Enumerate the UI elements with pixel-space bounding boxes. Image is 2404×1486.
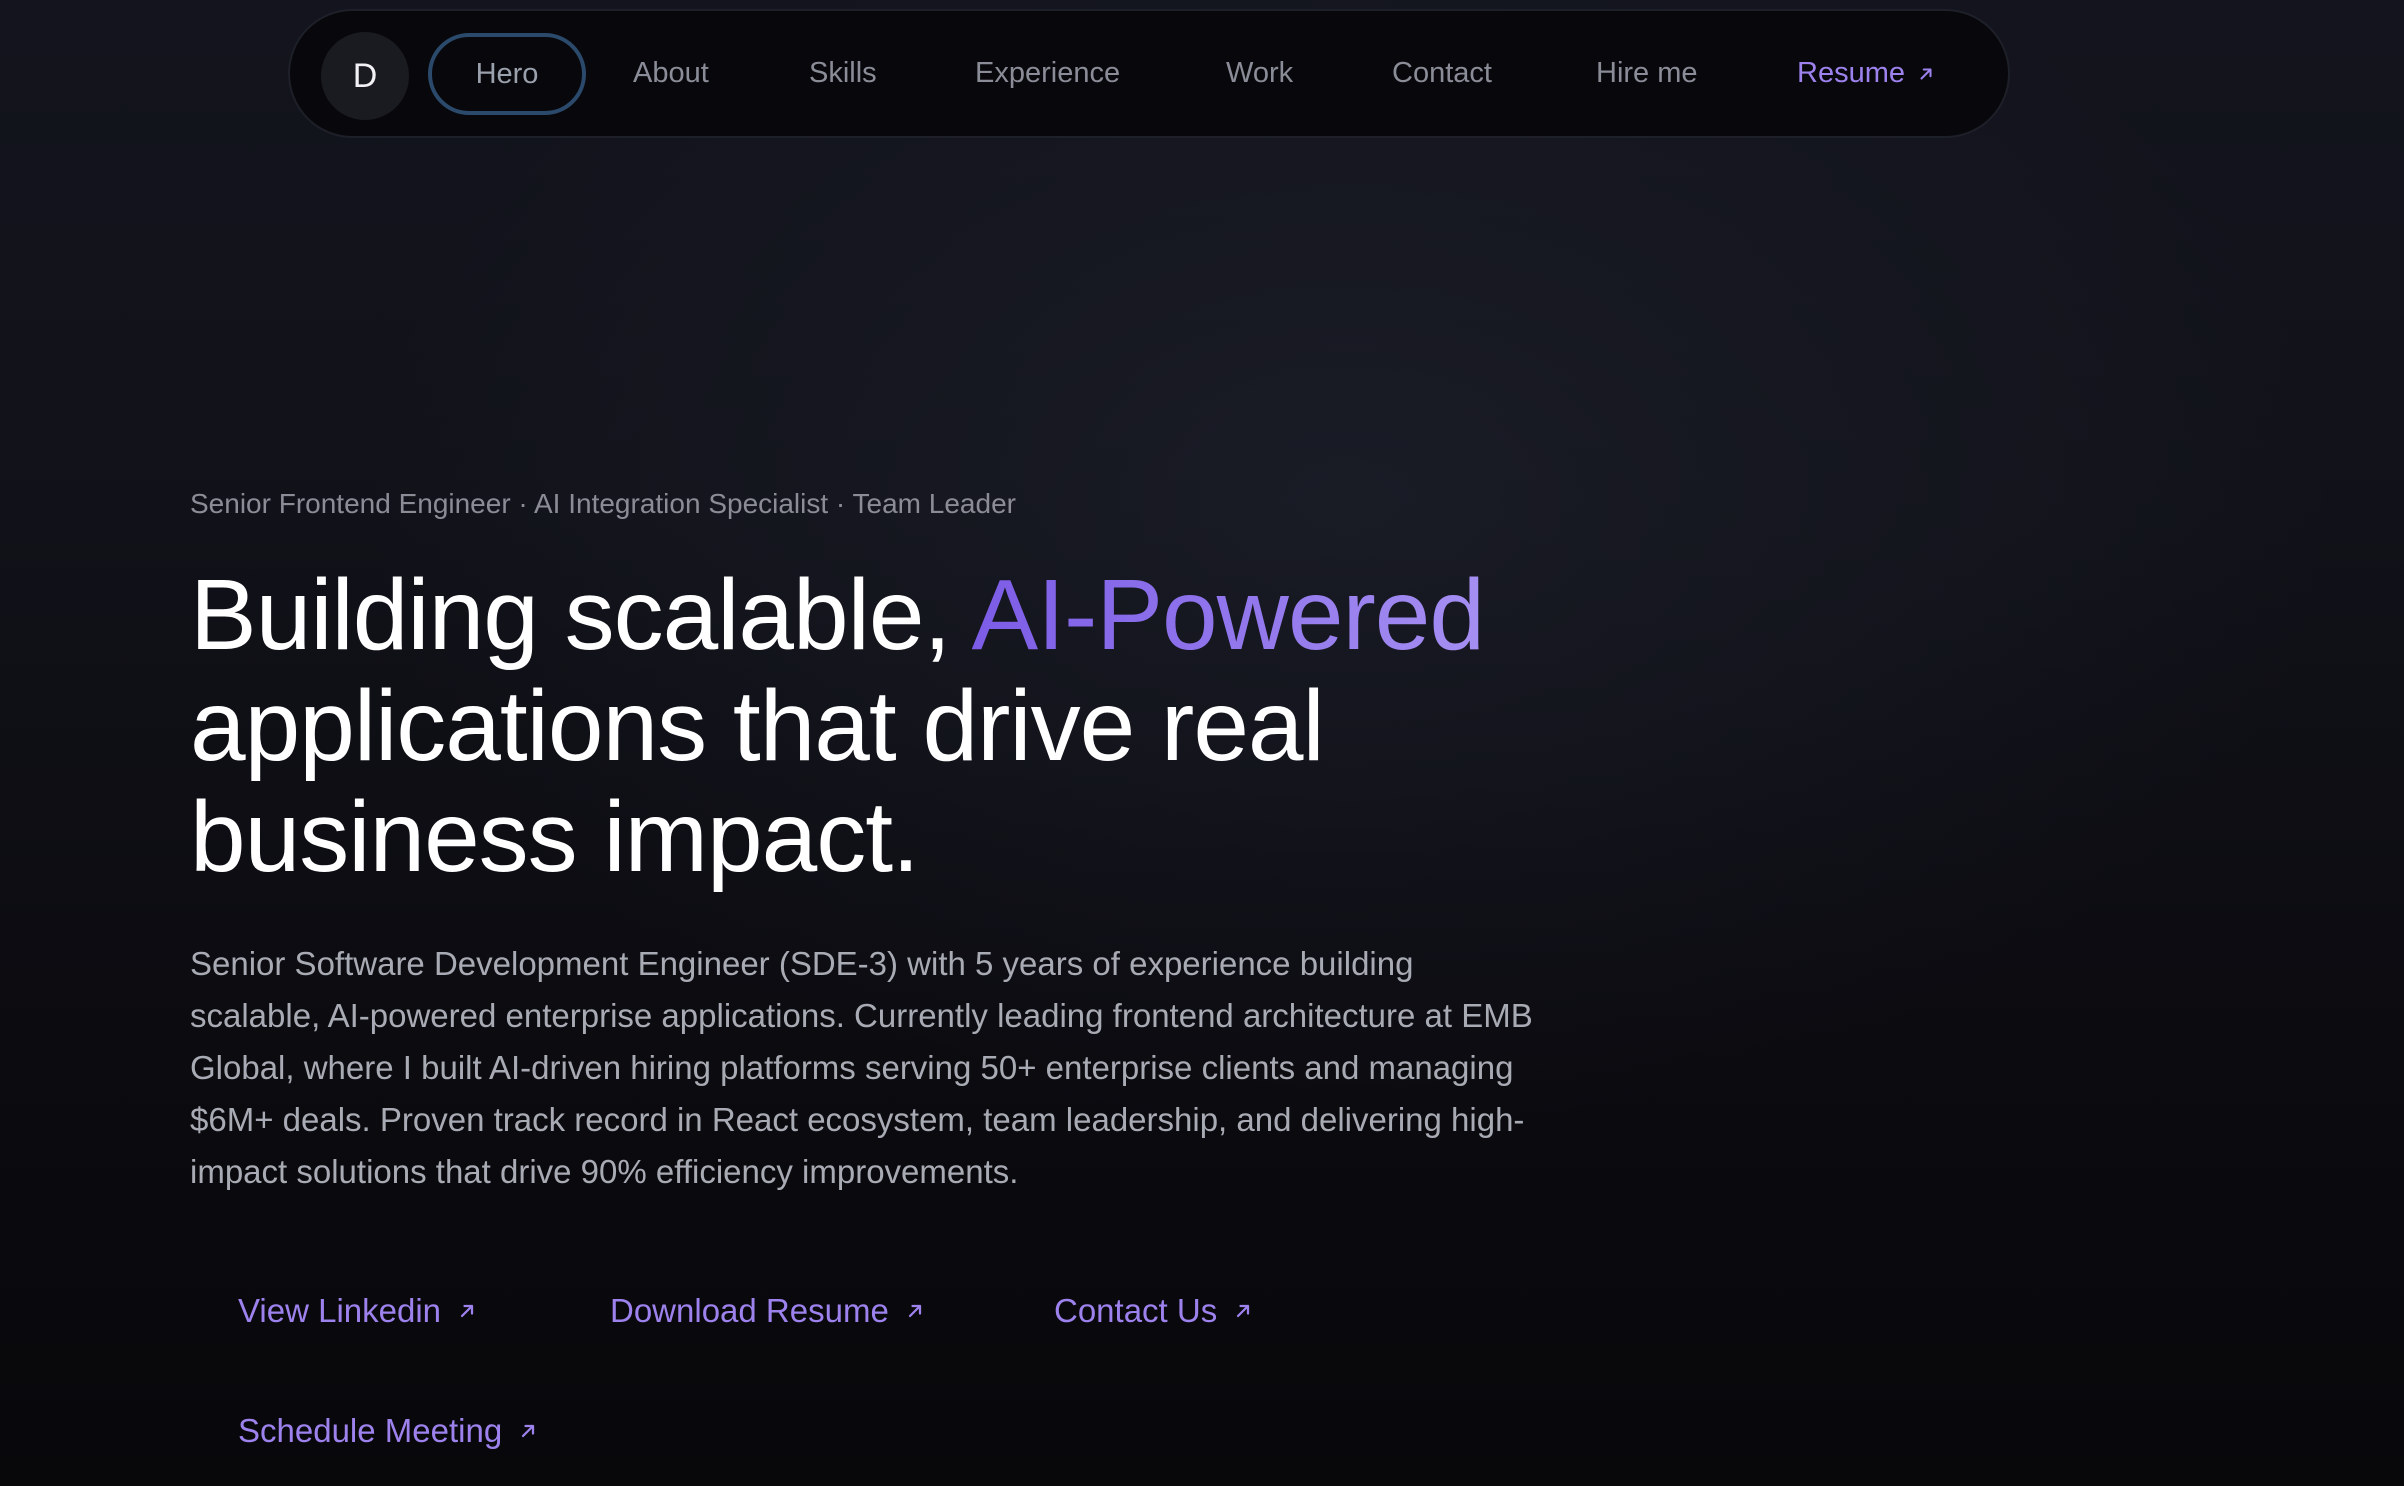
page: D Hero About Skills Experience Work Cont…: [0, 0, 2404, 1486]
hero-kicker: Senior Frontend Engineer · AI Integratio…: [190, 488, 1016, 519]
contact-us-label: Contact Us: [1054, 1292, 1218, 1329]
arrow-up-right-icon: [908, 1304, 921, 1318]
nav-item-about[interactable]: About: [633, 11, 709, 136]
nav-item-skills[interactable]: Skills: [809, 11, 877, 136]
arrow-up-right-icon: [1920, 67, 1932, 80]
arrow-up-right-icon: [460, 1304, 474, 1318]
headline-accent: AI-Powered: [971, 559, 1485, 671]
schedule-meeting-link[interactable]: Schedule Meeting: [238, 1410, 538, 1452]
nav-item-experience[interactable]: Experience: [975, 11, 1120, 136]
arrow-up-right-icon: [522, 1424, 535, 1438]
nav-item-hire-me[interactable]: Hire me: [1596, 11, 1698, 136]
nav-item-contact[interactable]: Contact: [1392, 11, 1492, 136]
contact-us-link[interactable]: Contact Us: [1054, 1290, 1253, 1332]
nav-item-hero[interactable]: Hero: [428, 33, 586, 115]
headline-part-2: applications that drive real business im…: [190, 670, 1325, 893]
view-linkedin-link[interactable]: View Linkedin: [238, 1290, 477, 1332]
top-navigation: D Hero About Skills Experience Work Cont…: [288, 9, 2010, 138]
nav-resume-label: Resume: [1797, 57, 1905, 89]
nav-item-work[interactable]: Work: [1226, 11, 1293, 136]
nav-resume-link[interactable]: Resume: [1797, 11, 1935, 136]
hero-description: Senior Software Development Engineer (SD…: [190, 945, 1533, 1190]
headline-part-1: Building scalable,: [190, 559, 972, 671]
view-linkedin-label: View Linkedin: [238, 1292, 442, 1329]
hero-headline: Building scalable, AI-Powered application…: [190, 560, 1590, 893]
download-resume-link[interactable]: Download Resume: [610, 1290, 925, 1332]
arrow-up-right-icon: [1237, 1304, 1250, 1318]
download-resume-label: Download Resume: [610, 1292, 889, 1329]
schedule-meeting-label: Schedule Meeting: [238, 1412, 503, 1449]
logo-avatar[interactable]: D: [321, 32, 409, 120]
